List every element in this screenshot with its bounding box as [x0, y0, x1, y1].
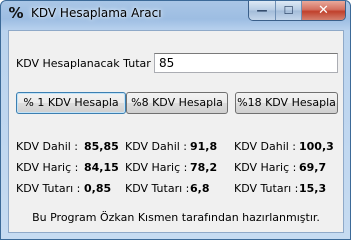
app-window: % KDV Hesaplama Aracı — ☐ ✕ KDV Hesaplan…: [0, 0, 351, 240]
maximize-button[interactable]: ☐: [275, 1, 301, 20]
calc-8-percent-button[interactable]: %8 KDV Hesapla: [126, 92, 228, 114]
title-bar[interactable]: % KDV Hesaplama Aracı — ☐ ✕: [1, 1, 350, 29]
caption-buttons: — ☐ ✕: [248, 1, 346, 21]
calc-1-percent-button[interactable]: % 1 KDV Hesapla: [16, 92, 126, 114]
result-tutari-label: KDV Tutarı :: [234, 182, 299, 195]
amount-label: KDV Hesaplanacak Tutar :: [16, 57, 158, 70]
close-icon: ✕: [318, 3, 329, 18]
close-button[interactable]: ✕: [301, 1, 345, 20]
result-1-tutari-value: 0,85: [84, 182, 112, 195]
amount-input[interactable]: [154, 53, 338, 73]
result-haric-label: KDV Hariç :: [125, 161, 188, 174]
result-dahil-label: KDV Dahil :: [16, 140, 79, 153]
result-1-haric-value: 84,15: [84, 161, 119, 174]
result-tutari-label: KDV Tutarı :: [16, 182, 81, 195]
footer-credit: Bu Program Özkan Kısmen tarafından hazır…: [32, 211, 320, 224]
result-8-dahil-value: 91,8: [190, 140, 218, 153]
window-title: KDV Hesaplama Aracı: [31, 6, 162, 20]
minimize-icon: —: [256, 4, 268, 17]
result-8-tutari-value: 6,8: [190, 182, 210, 195]
minimize-button[interactable]: —: [249, 1, 275, 20]
result-tutari-label: KDV Tutarı :: [125, 182, 190, 195]
result-dahil-label: KDV Dahil :: [234, 140, 297, 153]
result-haric-label: KDV Hariç :: [16, 161, 79, 174]
result-18-dahil-value: 100,3: [299, 140, 334, 153]
calc-18-percent-button[interactable]: %18 KDV Hesapla: [235, 92, 338, 114]
result-8-haric-value: 78,2: [190, 161, 218, 174]
result-18-tutari-value: 15,3: [299, 182, 327, 195]
percent-icon[interactable]: %: [8, 5, 24, 21]
result-1-dahil-value: 85,85: [84, 140, 119, 153]
result-dahil-label: KDV Dahil :: [125, 140, 188, 153]
result-18-haric-value: 69,7: [299, 161, 327, 174]
maximize-icon: ☐: [283, 4, 294, 17]
result-haric-label: KDV Hariç :: [234, 161, 297, 174]
form-body: KDV Hesaplanacak Tutar : % 1 KDV Hesapla…: [8, 30, 344, 233]
